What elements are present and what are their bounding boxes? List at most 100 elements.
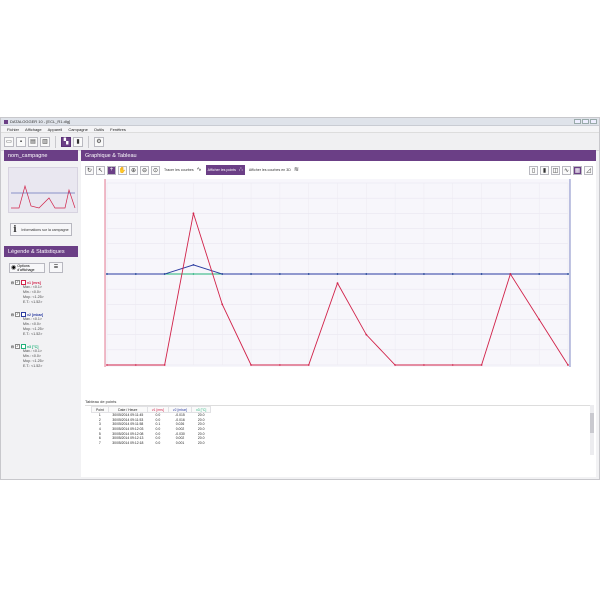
data-point[interactable] <box>307 273 310 275</box>
data-point[interactable] <box>336 282 339 284</box>
data-point[interactable] <box>567 273 569 275</box>
data-point[interactable] <box>394 273 397 275</box>
window-title: DATALOGGER 10 - [ECL_R1.dlg] <box>10 119 71 124</box>
sort-icon[interactable]: ☰ <box>49 262 63 273</box>
line-chart-icon[interactable]: ∿ <box>562 165 571 175</box>
data-point[interactable] <box>192 212 195 215</box>
menu-appareil[interactable]: Appareil <box>48 127 63 132</box>
campaign-thumbnail[interactable] <box>8 167 78 213</box>
campaign-header: nom_campagne <box>4 150 78 161</box>
data-point[interactable] <box>365 273 368 275</box>
points-table-title: Tableau de points <box>85 399 117 404</box>
series-checkbox[interactable]: ✓ <box>15 312 21 317</box>
data-point[interactable] <box>163 273 166 275</box>
series-stat: E.T.: <1.52> <box>23 300 43 304</box>
view-device-icon[interactable]: ▮ <box>73 136 83 147</box>
data-point[interactable] <box>336 273 339 275</box>
view-tools: ▯ ▮ ◫ ∿ ▦ ◿ <box>529 165 593 175</box>
data-point[interactable] <box>250 273 252 275</box>
info-icon: i <box>13 224 17 235</box>
menu-campagne[interactable]: Campagne <box>68 127 88 132</box>
expand-icon[interactable]: ⊟ <box>11 281 14 285</box>
data-point[interactable] <box>192 273 195 275</box>
data-point[interactable] <box>221 303 224 306</box>
table-cell: 20.0 <box>197 440 205 445</box>
table-cell: 30/05/2014 09:11:45 <box>112 413 144 418</box>
network-icon[interactable]: ⚙ <box>94 136 104 147</box>
data-point[interactable] <box>106 273 108 275</box>
grid-icon[interactable]: ▦ <box>573 165 582 175</box>
mode-draw-curves[interactable]: Tracer les courbes ∿ <box>162 165 204 175</box>
table-row[interactable]: 7 30/05/2014 09:12:18 0.0 0.001 20.0 <box>92 441 211 446</box>
table-cell: 30/05/2014 09:12:03 <box>112 427 144 432</box>
data-point[interactable] <box>480 364 483 366</box>
refresh-icon[interactable]: ↻ <box>85 165 94 175</box>
data-point[interactable] <box>423 273 425 275</box>
data-point[interactable] <box>221 273 224 275</box>
table-cell: 30/05/2014 09:11:58 <box>112 422 144 427</box>
area-chart-icon[interactable]: ◿ <box>584 165 593 175</box>
layout-chart-icon[interactable]: ◫ <box>551 165 560 175</box>
legend-series: ⊟ ✓ v1 [mrs] Max.: <0.1> Min.: <0.0> Moy… <box>11 280 78 305</box>
campaign-info-label: Informations sur la campagne <box>21 227 69 232</box>
data-point[interactable] <box>106 364 108 366</box>
campaign-info-button[interactable]: i Informations sur la campagne <box>10 223 72 236</box>
table-scrollbar[interactable] <box>590 405 594 455</box>
data-point[interactable] <box>394 364 397 366</box>
data-point[interactable] <box>480 273 483 275</box>
data-point[interactable] <box>451 273 454 275</box>
table-cell: 0.001 <box>175 440 185 445</box>
data-point[interactable] <box>509 273 512 275</box>
mode-show-points[interactable]: Afficher les points ∴ <box>205 165 245 175</box>
data-point[interactable] <box>567 364 569 366</box>
data-point[interactable] <box>278 273 281 275</box>
expand-icon[interactable]: ⊟ <box>11 345 14 349</box>
layout-split-icon[interactable]: ▮ <box>540 165 549 175</box>
minimize-button[interactable] <box>574 119 581 124</box>
zoom-out-icon[interactable]: ⊖ <box>140 165 149 175</box>
graph-panel: Graphique & Tableau ↻ ↖ + ✋ ⊕ ⊖ ⊙ Tracer… <box>81 150 596 477</box>
data-point[interactable] <box>134 364 137 366</box>
data-point[interactable] <box>134 273 137 275</box>
series-checkbox[interactable]: ✓ <box>15 280 21 285</box>
data-point[interactable] <box>365 333 368 336</box>
view-graph-icon[interactable]: ▚ <box>61 136 71 147</box>
curve-icon: ∿ <box>196 167 202 173</box>
menu-outils[interactable]: Outils <box>94 127 104 132</box>
layout-single-icon[interactable]: ▯ <box>529 165 538 175</box>
close-button[interactable] <box>590 119 597 124</box>
line-chart[interactable] <box>85 179 590 394</box>
points-table: Point Date / Heure v1 [mrs] v2 [mbar] v3… <box>85 405 591 456</box>
menu-fichier[interactable]: Fichier <box>7 127 19 132</box>
zoom-fit-icon[interactable]: ⊙ <box>151 165 160 175</box>
mode-3d-curves[interactable]: Afficher les courbes en 3D ≋ <box>247 165 301 175</box>
display-options-button[interactable]: ◉ Options d'affichage <box>9 262 45 273</box>
new-file-icon[interactable]: ▭ <box>4 136 14 147</box>
zoom-in-icon[interactable]: ⊕ <box>129 165 138 175</box>
data-point[interactable] <box>307 364 310 366</box>
thumbnail-preview <box>11 184 76 209</box>
data-point[interactable] <box>538 318 541 321</box>
data-point[interactable] <box>192 264 195 266</box>
menu-fenetres[interactable]: Fenêtres <box>110 127 126 132</box>
display-options-label: Options d'affichage <box>17 263 35 272</box>
mode-label: Afficher les courbes en 3D <box>248 168 291 172</box>
save-icon[interactable]: ▪ <box>16 136 26 147</box>
crosshair-icon[interactable]: + <box>107 165 116 175</box>
menu-affichage[interactable]: Affichage <box>25 127 42 132</box>
data-point[interactable] <box>278 364 281 366</box>
data-point[interactable] <box>423 364 425 366</box>
open-icon[interactable]: ▤ <box>28 136 38 147</box>
legend-series: ⊟ ✓ v3 [°C] Max.: <0.1> Min.: <0.0> Moy.… <box>11 344 78 369</box>
scrollbar-thumb[interactable] <box>590 413 594 433</box>
export-icon[interactable]: ▥ <box>40 136 50 147</box>
data-point[interactable] <box>250 364 252 366</box>
hand-icon[interactable]: ✋ <box>118 165 127 175</box>
expand-icon[interactable]: ⊟ <box>11 313 14 317</box>
series-checkbox[interactable]: ✓ <box>15 344 21 349</box>
data-point[interactable] <box>451 364 454 366</box>
data-point[interactable] <box>538 273 541 275</box>
maximize-button[interactable] <box>582 119 589 124</box>
pointer-icon[interactable]: ↖ <box>96 165 105 175</box>
data-point[interactable] <box>163 364 166 366</box>
